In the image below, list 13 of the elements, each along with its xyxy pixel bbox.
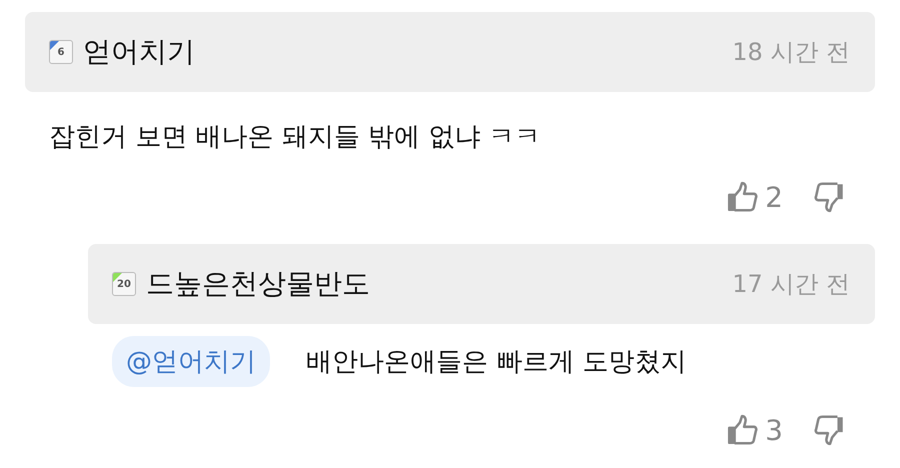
comment-text: 배안나온애들은 빠르게 도망쳤지 xyxy=(306,346,687,379)
thumbs-up-icon[interactable] xyxy=(725,180,760,214)
level-number: 20 xyxy=(117,278,131,290)
comment-text: 잡힌거 보면 배나온 돼지들 밖에 없냐 ㅋㅋ xyxy=(49,120,541,154)
thumbs-up-icon[interactable] xyxy=(725,413,760,447)
author-name[interactable]: 드높은천상물반도 xyxy=(146,265,370,303)
mention-tag[interactable]: @얻어치기 xyxy=(112,336,270,387)
timestamp: 17 시간 전 xyxy=(732,269,850,300)
level-number: 6 xyxy=(58,46,64,58)
like-count: 2 xyxy=(765,180,783,214)
author-name[interactable]: 얻어치기 xyxy=(83,33,195,71)
like-count: 3 xyxy=(765,414,783,446)
timestamp: 18 시간 전 xyxy=(732,37,850,68)
